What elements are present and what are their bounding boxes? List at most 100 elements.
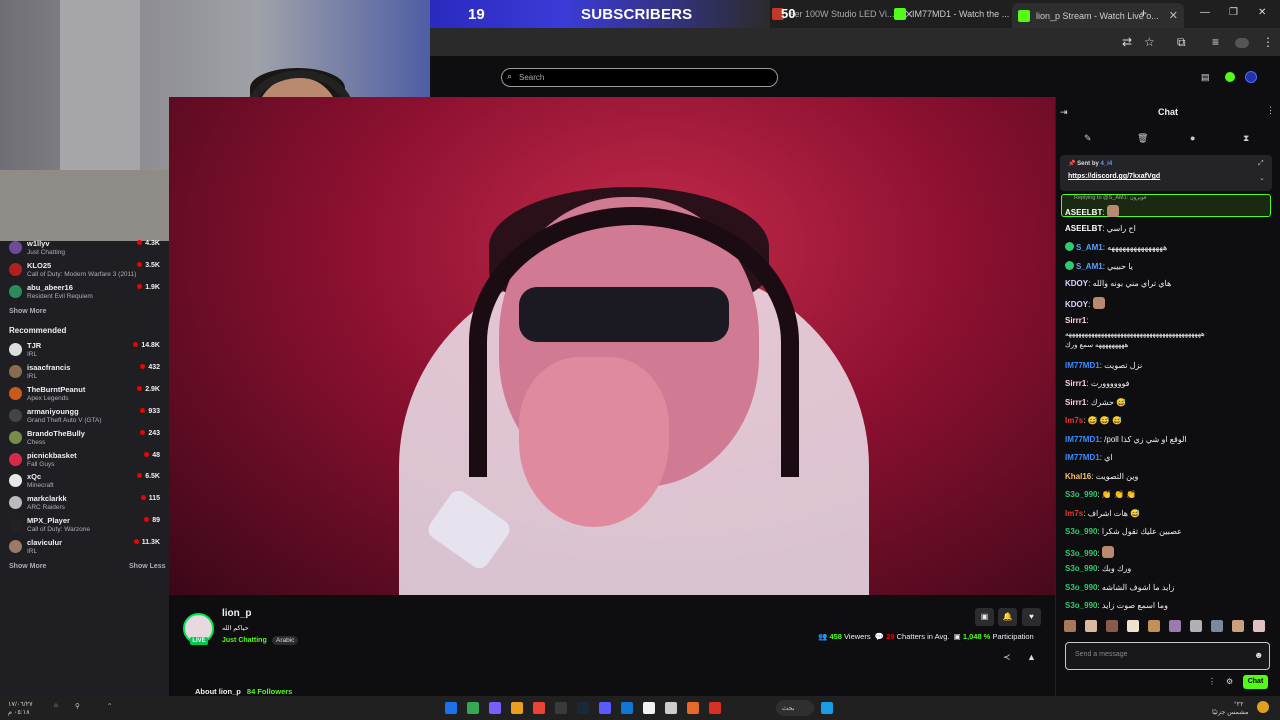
chat-username[interactable]: S3o_990: [1065, 490, 1097, 499]
chat-settings-icon[interactable]: ▤: [1201, 72, 1210, 83]
sidebar-channel[interactable]: w1llyv Just Chatting 4.3K: [0, 238, 169, 260]
chat-username[interactable]: KDOY: [1065, 300, 1088, 309]
taskbar-app-icon[interactable]: [643, 702, 655, 714]
restore-button[interactable]: ❐: [1229, 7, 1238, 18]
chat-username[interactable]: Khal16: [1065, 472, 1091, 481]
taskbar-app-icon[interactable]: [599, 702, 611, 714]
timer-icon[interactable]: ⧗: [1243, 133, 1249, 144]
menu-icon[interactable]: ⋮: [1262, 35, 1274, 49]
sidebar-channel[interactable]: KLO25 Call of Duty: Modern Warfare 3 (20…: [0, 260, 169, 282]
follow-heart-icon[interactable]: ♥: [1022, 608, 1041, 626]
chat-username[interactable]: S_AM1: [1076, 243, 1103, 252]
mod-tools-icon[interactable]: ✎: [1084, 133, 1092, 144]
sidebar-item-theburntpeanut[interactable]: TheBurntPeanut Apex Legends 2.9K: [0, 384, 169, 406]
emote-icon[interactable]: [1127, 620, 1139, 632]
close-window-button[interactable]: ✕: [1258, 7, 1266, 18]
emote-icon[interactable]: [1106, 620, 1118, 632]
taskbar-app-icon[interactable]: [489, 702, 501, 714]
chat-username[interactable]: S_AM1: [1076, 262, 1103, 271]
report-icon[interactable]: ▲: [1027, 652, 1036, 662]
notifications-icon[interactable]: ⌂: [54, 702, 58, 709]
chat-send-button[interactable]: Chat: [1243, 675, 1268, 689]
sidebar-item-mpx_player[interactable]: MPX_Player Call of Duty: Warzone 89: [0, 515, 169, 537]
taskbar-app-icon[interactable]: [533, 702, 545, 714]
sidebar-item-isaacfrancis[interactable]: isaacfrancis IRL 432: [0, 362, 169, 384]
taskbar-app-icon[interactable]: [511, 702, 523, 714]
avatar[interactable]: [1245, 71, 1257, 83]
pinned-link[interactable]: https://discord.gg/7kxafVgd: [1068, 173, 1160, 180]
chat-username[interactable]: Im7s: [1065, 509, 1083, 518]
chat-username[interactable]: Sirrr1: [1065, 316, 1086, 325]
chat-username[interactable]: S3o_990: [1065, 601, 1097, 610]
emote-icon[interactable]: [1064, 620, 1076, 632]
more-icon[interactable]: ⋮: [1208, 677, 1216, 686]
chat-username[interactable]: IM77MD1: [1065, 361, 1100, 370]
chat-username[interactable]: S3o_990: [1065, 549, 1097, 558]
emote-icon[interactable]: [1253, 620, 1265, 632]
show-more-link[interactable]: Show More: [9, 563, 46, 570]
taskbar-app-icon[interactable]: [821, 702, 833, 714]
sidebar-item-picnickbasket[interactable]: picnickbasket Fall Guys 48: [0, 450, 169, 472]
emote-icon[interactable]: [1232, 620, 1244, 632]
taskbar-app-icon[interactable]: [665, 702, 677, 714]
sidebar-item-xqc[interactable]: xQc Minecraft 6.5K: [0, 471, 169, 493]
new-tab-button[interactable]: +: [1140, 6, 1147, 20]
taskbar-app-icon[interactable]: [555, 702, 567, 714]
chat-username[interactable]: S3o_990: [1065, 527, 1097, 536]
chat-bubble-icon[interactable]: ●: [1190, 133, 1195, 143]
taskbar-app-icon[interactable]: [709, 702, 721, 714]
taskbar-app-icon[interactable]: [467, 702, 479, 714]
chat-username[interactable]: ASEELBT: [1065, 224, 1102, 233]
trash-icon[interactable]: 🗑: [1137, 133, 1148, 144]
chevron-up-icon[interactable]: ⌃: [107, 702, 112, 710]
show-less-link[interactable]: Show Less: [129, 563, 166, 570]
profile-icon[interactable]: [1235, 38, 1249, 48]
chat-username[interactable]: S3o_990: [1065, 583, 1097, 592]
gear-icon[interactable]: ⚙: [1226, 677, 1233, 686]
extensions-icon[interactable]: ⧉: [1177, 35, 1186, 50]
language-tag[interactable]: Arabic: [272, 636, 299, 645]
translate-icon[interactable]: ⇄: [1122, 35, 1132, 49]
taskbar-app-icon[interactable]: [445, 702, 457, 714]
sidebar-item-claviculur[interactable]: claviculur IRL 11.3K: [0, 537, 169, 559]
sidebar-item-markclarkk[interactable]: markclarkk ARC Raiders 115: [0, 493, 169, 515]
gift-button[interactable]: ▣: [975, 608, 994, 626]
emoji-icon[interactable]: ☻: [1254, 650, 1263, 660]
unpin-icon[interactable]: ⤢: [1258, 160, 1264, 168]
collapse-chat-icon[interactable]: ⇥: [1060, 107, 1068, 118]
show-more-link[interactable]: Show More: [9, 308, 46, 315]
chat-username[interactable]: S3o_990: [1065, 564, 1097, 573]
notification-icon[interactable]: 🔔: [998, 608, 1017, 626]
chat-username[interactable]: Im7s: [1065, 416, 1083, 425]
emote-icon[interactable]: [1211, 620, 1223, 632]
chat-username[interactable]: Sirrr1: [1065, 379, 1086, 388]
sidebar-item-tjr[interactable]: TJR IRL 14.8K: [0, 340, 169, 362]
chat-username[interactable]: Sirrr1: [1065, 398, 1086, 407]
chat-menu-icon[interactable]: ⋮: [1266, 105, 1275, 116]
emote-icon[interactable]: [1190, 620, 1202, 632]
video-player[interactable]: [169, 97, 1055, 595]
bookmark-star-icon[interactable]: ☆: [1144, 35, 1155, 49]
status-icon[interactable]: [1225, 72, 1235, 82]
share-icon[interactable]: ≺: [1003, 652, 1011, 663]
close-icon[interactable]: ✕: [1169, 9, 1178, 22]
taskbar-app-icon[interactable]: [687, 702, 699, 714]
chat-username[interactable]: KDOY: [1065, 279, 1088, 288]
tab-lion-p[interactable]: lion_p Stream - Watch Live o... ✕: [1012, 3, 1184, 28]
chat-username[interactable]: IM77MD1: [1065, 435, 1100, 444]
media-icon[interactable]: ≡: [1212, 35, 1219, 49]
emote-icon[interactable]: [1085, 620, 1097, 632]
emote-icon[interactable]: [1169, 620, 1181, 632]
sidebar-item-brandothebully[interactable]: BrandoTheBully Chess 243: [0, 428, 169, 450]
streamer-name[interactable]: lion_p: [222, 608, 251, 619]
taskbar-app-icon[interactable]: [621, 702, 633, 714]
chevron-down-icon[interactable]: ⌄: [1259, 174, 1265, 182]
search-input[interactable]: Search: [501, 68, 778, 87]
chat-username[interactable]: IM77MD1: [1065, 453, 1100, 462]
emote-icon[interactable]: [1148, 620, 1160, 632]
language-icon[interactable]: ⚲: [75, 702, 80, 710]
taskbar-app-icon[interactable]: [577, 702, 589, 714]
chat-username[interactable]: ASEELBT: [1065, 208, 1102, 217]
sidebar-item-armaniyoungg[interactable]: armaniyoungg Grand Theft Auto V (GTA) 933: [0, 406, 169, 428]
sidebar-channel[interactable]: abu_abeer16 Resident Evil Requiem 1.9K: [0, 282, 169, 304]
